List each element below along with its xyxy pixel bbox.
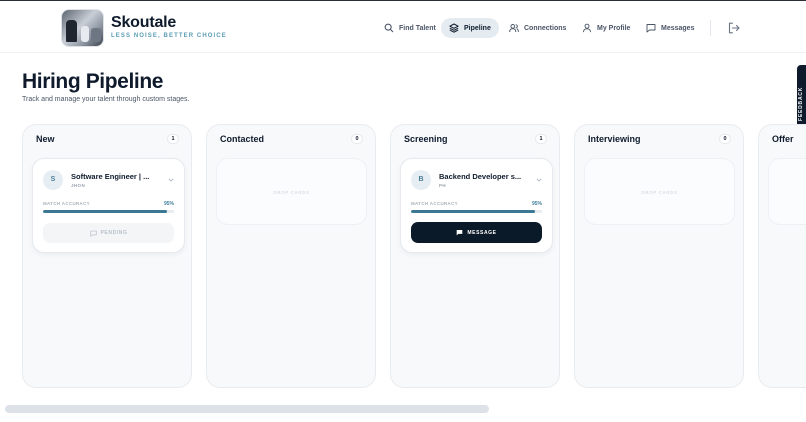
nav-find-talent-label: Find Talent xyxy=(399,24,436,32)
chevron-down-icon[interactable] xyxy=(536,177,542,183)
match-accuracy-fill xyxy=(43,210,168,213)
match-accuracy-value: 95% xyxy=(531,201,542,207)
brand-logo[interactable] xyxy=(61,9,104,47)
match-accuracy-value: 95% xyxy=(163,201,174,207)
nav-messages-label: Messages xyxy=(661,24,695,32)
top-navbar: Skoutale LESS NOISE, BETTER CHOICE Find … xyxy=(0,1,806,53)
chevron-down-icon[interactable] xyxy=(168,177,174,183)
match-accuracy-label: MATCH ACCURACY xyxy=(43,201,90,206)
avatar: S xyxy=(43,170,63,190)
column-title: Offer xyxy=(772,134,794,144)
column-title: Contacted xyxy=(220,134,265,144)
candidate-role: Software Engineer | ... xyxy=(71,172,150,181)
chat-icon xyxy=(89,230,97,237)
nav-divider xyxy=(710,20,711,36)
logout-icon[interactable] xyxy=(728,22,740,34)
layers-icon xyxy=(449,23,459,33)
brand-name[interactable]: Skoutale xyxy=(111,14,176,32)
candidate-card[interactable]: S Software Engineer | ... JHON MATCH ACC… xyxy=(32,158,185,253)
pipeline-column-interviewing: Interviewing 0 DROP CARDS xyxy=(574,124,744,388)
column-title: Screening xyxy=(404,134,448,144)
candidate-name: JHON xyxy=(71,183,86,188)
nav-my-profile[interactable]: My Profile xyxy=(574,18,638,38)
nav-connections-label: Connections xyxy=(524,24,567,32)
candidate-role: Backend Developer s... xyxy=(439,172,522,181)
nav-connections[interactable]: Connections xyxy=(501,18,574,38)
brand-tagline: LESS NOISE, BETTER CHOICE xyxy=(111,33,227,39)
pending-label: PENDING xyxy=(100,230,128,236)
column-count-badge: 0 xyxy=(719,134,731,144)
column-title: New xyxy=(36,134,55,144)
pipeline-column-offer: Offer xyxy=(758,124,806,388)
column-count-badge: 1 xyxy=(167,134,179,144)
match-accuracy-bar xyxy=(43,210,174,213)
match-accuracy-bar xyxy=(411,210,542,213)
match-accuracy-fill xyxy=(411,210,536,213)
drop-zone[interactable]: DROP CARDS xyxy=(216,158,367,225)
drop-zone[interactable]: DROP CARDS xyxy=(584,158,735,225)
match-accuracy-label: MATCH ACCURACY xyxy=(411,201,458,206)
candidate-card[interactable]: B Backend Developer s... PH MATCH ACCURA… xyxy=(400,158,553,253)
column-count-badge: 0 xyxy=(351,134,363,144)
feedback-label: FEEDBACK xyxy=(798,86,804,121)
user-icon xyxy=(583,23,591,33)
column-title: Interviewing xyxy=(588,134,641,144)
pipeline-column-screening: Screening 1 B Backend Developer s... PH … xyxy=(390,124,560,388)
users-icon xyxy=(509,24,519,33)
message-label: MESSAGE xyxy=(467,229,497,236)
drop-zone[interactable] xyxy=(768,158,806,225)
pending-button[interactable]: PENDING xyxy=(43,223,174,243)
pipeline-column-new: New 1 S Software Engineer | ... JHON MAT… xyxy=(22,124,192,388)
chat-icon xyxy=(457,230,463,236)
pipeline-column-contacted: Contacted 0 DROP CARDS xyxy=(206,124,376,388)
nav-my-profile-label: My Profile xyxy=(597,24,631,32)
candidate-name: PH xyxy=(439,183,447,188)
column-count-badge: 1 xyxy=(535,134,547,144)
message-button[interactable]: MESSAGE xyxy=(411,222,542,243)
nav-find-talent[interactable]: Find Talent xyxy=(376,18,444,38)
avatar: B xyxy=(411,170,431,190)
page-subtitle: Track and manage your talent through cus… xyxy=(22,96,190,103)
nav-pipeline-label: Pipeline xyxy=(464,24,491,32)
search-icon xyxy=(384,23,394,33)
horizontal-scrollbar-thumb[interactable] xyxy=(5,405,489,413)
chat-icon xyxy=(646,24,656,33)
page-title: Hiring Pipeline xyxy=(22,70,164,93)
nav-messages[interactable]: Messages xyxy=(638,18,702,38)
nav-pipeline[interactable]: Pipeline xyxy=(441,18,499,38)
